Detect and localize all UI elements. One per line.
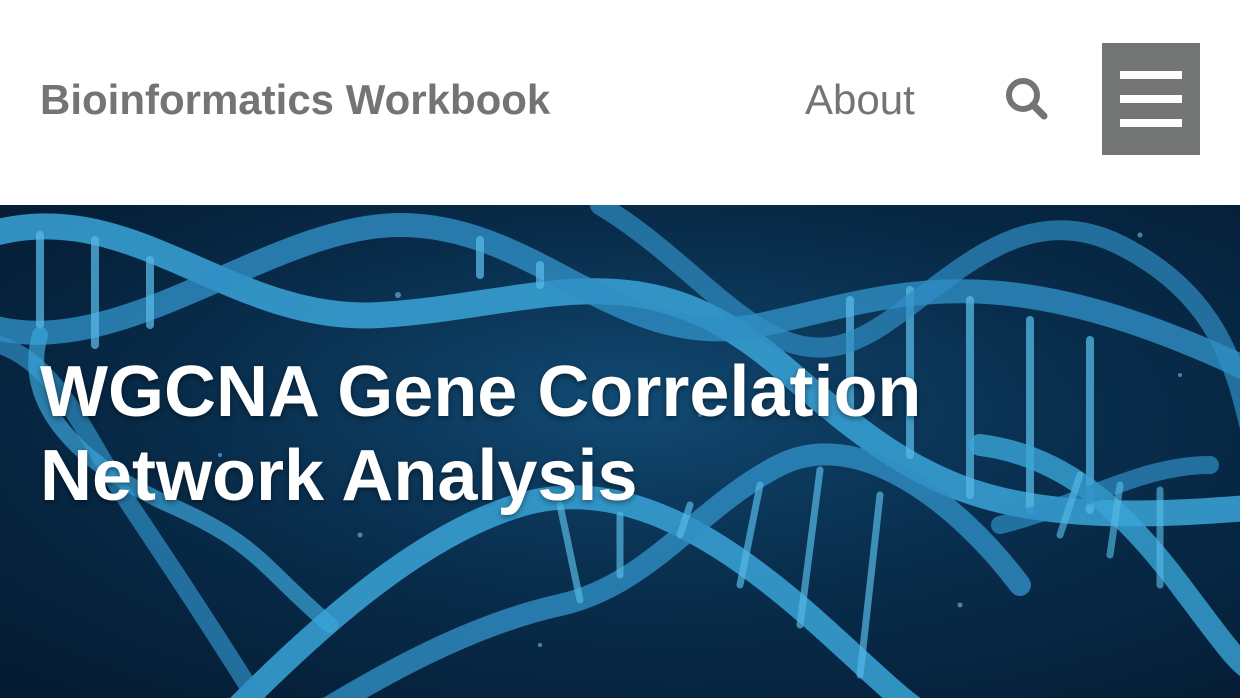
menu-bar-middle [1120, 95, 1182, 103]
menu-bar-bottom [1120, 119, 1182, 127]
menu-button[interactable] [1102, 43, 1200, 155]
page: Bioinformatics Workbook About WGCNA Gene… [0, 0, 1240, 698]
site-header: Bioinformatics Workbook About [0, 0, 1240, 205]
search-icon [1006, 78, 1048, 120]
page-title: WGCNA Gene Correlation Network Analysis [40, 352, 922, 516]
hero-banner: WGCNA Gene Correlation Network Analysis [0, 205, 1240, 698]
nav-about-link[interactable]: About [805, 74, 915, 126]
menu-bar-top [1120, 71, 1182, 79]
search-button[interactable] [998, 70, 1058, 130]
site-title-link[interactable]: Bioinformatics Workbook [40, 74, 550, 126]
